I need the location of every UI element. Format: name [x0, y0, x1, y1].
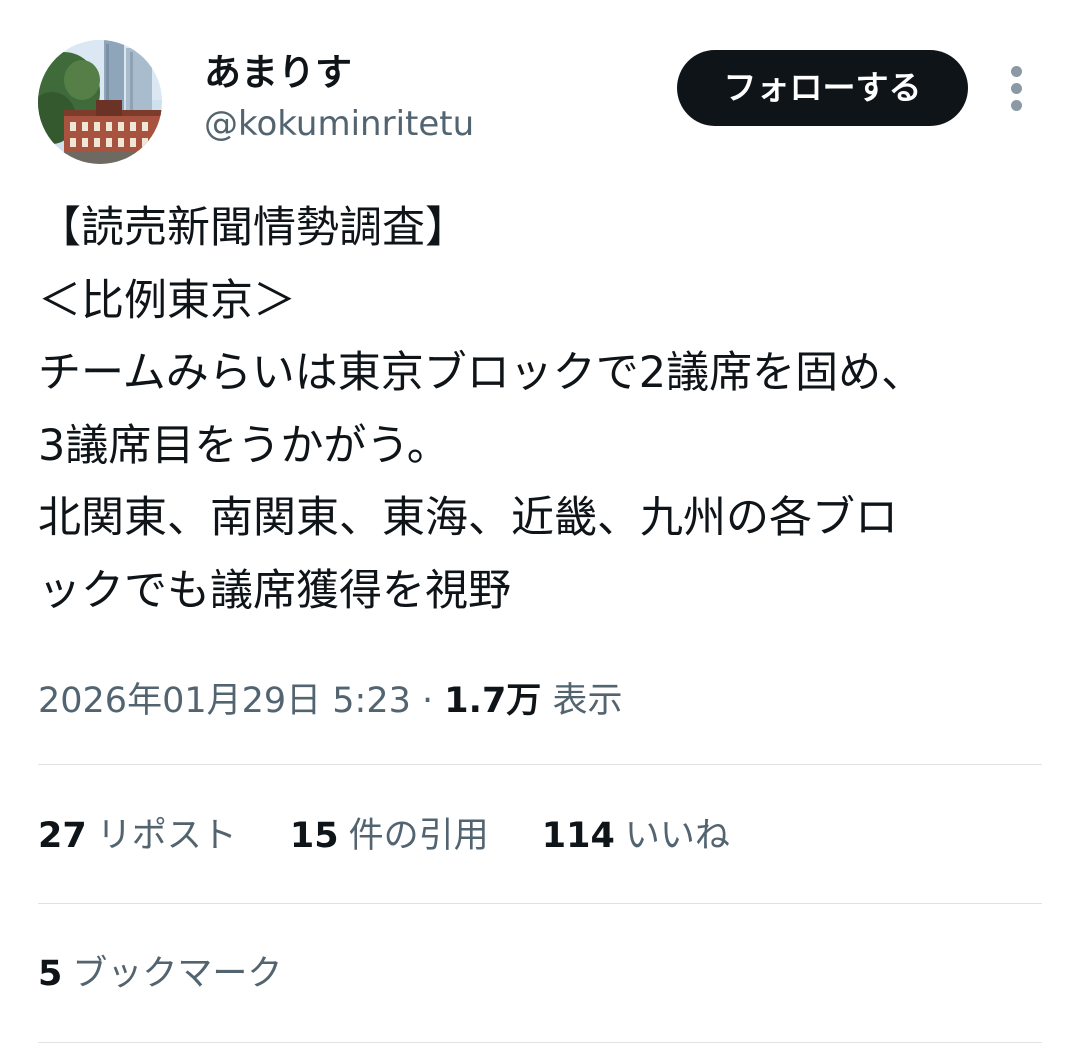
- tweet-text: 【読売新聞情勢調査】 ＜比例東京＞ チームみらいは東京ブロックで2議席を固め、 …: [38, 192, 1042, 627]
- station-building-photo-icon: [38, 40, 162, 164]
- more-dot-icon: [1011, 83, 1022, 94]
- meta-separator: ·: [422, 681, 434, 721]
- tweet-timestamp[interactable]: 2026年01月29日 5:23: [38, 681, 411, 721]
- more-dot-icon: [1011, 66, 1022, 77]
- tweet-text-line: ＜比例東京＞: [38, 275, 296, 326]
- divider: [38, 1042, 1042, 1043]
- quotes-stat[interactable]: 15 件の引用: [290, 810, 489, 862]
- quotes-label: 件の引用: [348, 816, 489, 856]
- likes-label: いいね: [624, 816, 730, 856]
- likes-stat[interactable]: 114 いいね: [542, 810, 730, 862]
- follow-button[interactable]: フォローする: [677, 50, 968, 126]
- more-dot-icon: [1011, 100, 1022, 111]
- tweet-meta: 2026年01月29日 5:23 · 1.7万 表示: [38, 675, 622, 727]
- display-name[interactable]: あまりす: [204, 48, 352, 98]
- bookmarks-count: 5: [38, 954, 63, 994]
- reposts-label: リポスト: [96, 816, 237, 856]
- tweet-text-line: チームみらいは東京ブロックで2議席を固め、: [38, 348, 925, 398]
- views-label: 表示: [552, 681, 623, 721]
- views-count: 1.7万: [444, 681, 542, 721]
- reposts-stat[interactable]: 27 リポスト: [38, 810, 237, 862]
- more-options-button[interactable]: [1004, 66, 1030, 112]
- tweet-text-line: 【読売新聞情勢調査】: [38, 203, 468, 253]
- reposts-count: 27: [38, 816, 87, 856]
- bookmarks-stat[interactable]: 5 ブックマーク: [38, 948, 282, 1000]
- bookmarks-label: ブックマーク: [72, 954, 283, 994]
- likes-count: 114: [541, 816, 615, 856]
- divider: [38, 764, 1042, 765]
- tweet-text-line: 北関東、南関東、東海、近畿、九州の各ブロ: [38, 493, 898, 543]
- avatar[interactable]: [38, 40, 162, 164]
- tweet-text-line: ックでも議席獲得を視野: [38, 565, 511, 616]
- quotes-count: 15: [289, 816, 339, 856]
- engagement-stats: 27 リポスト 15 件の引用 114 いいね: [38, 810, 772, 862]
- tweet-text-line: 3議席目をうかがう。: [38, 420, 450, 471]
- divider: [38, 903, 1042, 904]
- user-handle[interactable]: @kokuminritetu: [204, 100, 474, 148]
